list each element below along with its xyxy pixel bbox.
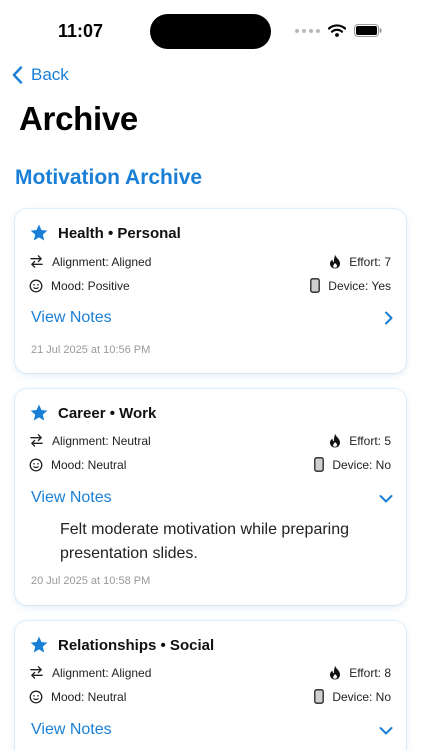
view-notes-toggle[interactable]: View Notes <box>31 489 393 507</box>
star-icon <box>29 403 49 423</box>
effort-text: Effort: 5 <box>349 433 391 448</box>
view-notes-toggle[interactable]: View Notes <box>31 721 393 739</box>
back-button[interactable]: Back <box>12 65 69 85</box>
phone-icon <box>314 689 325 704</box>
status-icons <box>295 24 382 37</box>
archive-card: Relationships • Social Alignment: Aligne… <box>15 621 406 750</box>
chevron-right-icon <box>384 311 393 325</box>
meta-row: Mood: Neutral Device: No <box>29 689 391 704</box>
meta-row: Mood: Neutral Device: No <box>29 457 391 472</box>
star-icon <box>29 223 49 243</box>
arrows-swap-icon <box>29 433 44 448</box>
flame-icon <box>329 433 341 448</box>
view-notes-label: View Notes <box>31 489 112 506</box>
timestamp: 20 Jul 2025 at 10:58 PM <box>31 575 151 587</box>
page-title: Archive <box>19 100 138 137</box>
arrows-swap-icon <box>29 665 44 680</box>
device-text: Device: Yes <box>328 278 391 293</box>
back-label: Back <box>31 65 69 84</box>
note-text: Felt moderate motivation while preparing… <box>60 521 350 562</box>
timestamp: 21 Jul 2025 at 10:56 PM <box>31 344 151 356</box>
meta-row: Alignment: Neutral Effort: 5 <box>29 433 391 448</box>
arrows-swap-icon <box>29 254 44 269</box>
wifi-icon <box>328 24 346 37</box>
flame-icon <box>329 254 341 269</box>
mood-text: Mood: Neutral <box>51 457 127 472</box>
smiley-icon <box>29 690 43 704</box>
phone-icon <box>310 278 321 293</box>
card-header: Health • Personal <box>29 223 181 243</box>
alignment-text: Alignment: Aligned <box>52 665 152 680</box>
star-icon <box>29 635 49 655</box>
card-header: Relationships • Social <box>29 635 214 655</box>
effort-text: Effort: 7 <box>349 254 391 269</box>
chevron-left-icon <box>12 66 23 84</box>
archive-card: Health • Personal Alignment: Aligned Eff… <box>15 209 406 373</box>
effort-text: Effort: 8 <box>349 665 391 680</box>
view-notes-label: View Notes <box>31 721 112 738</box>
mood-text: Mood: Neutral <box>51 689 127 704</box>
card-header: Career • Work <box>29 403 156 423</box>
status-time: 11:07 <box>58 21 104 41</box>
flame-icon <box>329 665 341 680</box>
device-text: Device: No <box>332 689 391 704</box>
smiley-icon <box>29 458 43 472</box>
device-text: Device: No <box>332 457 391 472</box>
section-title: Motivation Archive <box>15 166 203 189</box>
smiley-icon <box>29 279 43 293</box>
chevron-down-icon <box>379 726 393 735</box>
meta-row: Mood: Positive Device: Yes <box>29 278 391 293</box>
card-title: Health • Personal <box>58 224 181 242</box>
dynamic-island <box>150 14 271 49</box>
phone-icon <box>314 457 325 472</box>
battery-icon <box>354 24 382 37</box>
mood-text: Mood: Positive <box>51 278 130 293</box>
card-title: Career • Work <box>58 404 157 422</box>
meta-row: Alignment: Aligned Effort: 8 <box>29 665 391 680</box>
card-title: Relationships • Social <box>58 636 215 654</box>
view-notes-toggle[interactable]: View Notes <box>31 309 393 327</box>
cellular-signal-icon <box>295 28 320 33</box>
archive-card: Career • Work Alignment: Neutral Effort:… <box>15 389 406 605</box>
view-notes-label: View Notes <box>31 309 112 326</box>
chevron-down-icon <box>379 494 393 503</box>
alignment-text: Alignment: Neutral <box>52 433 151 448</box>
meta-row: Alignment: Aligned Effort: 7 <box>29 254 391 269</box>
alignment-text: Alignment: Aligned <box>52 254 152 269</box>
status-bar: 11:07 <box>0 0 422 60</box>
